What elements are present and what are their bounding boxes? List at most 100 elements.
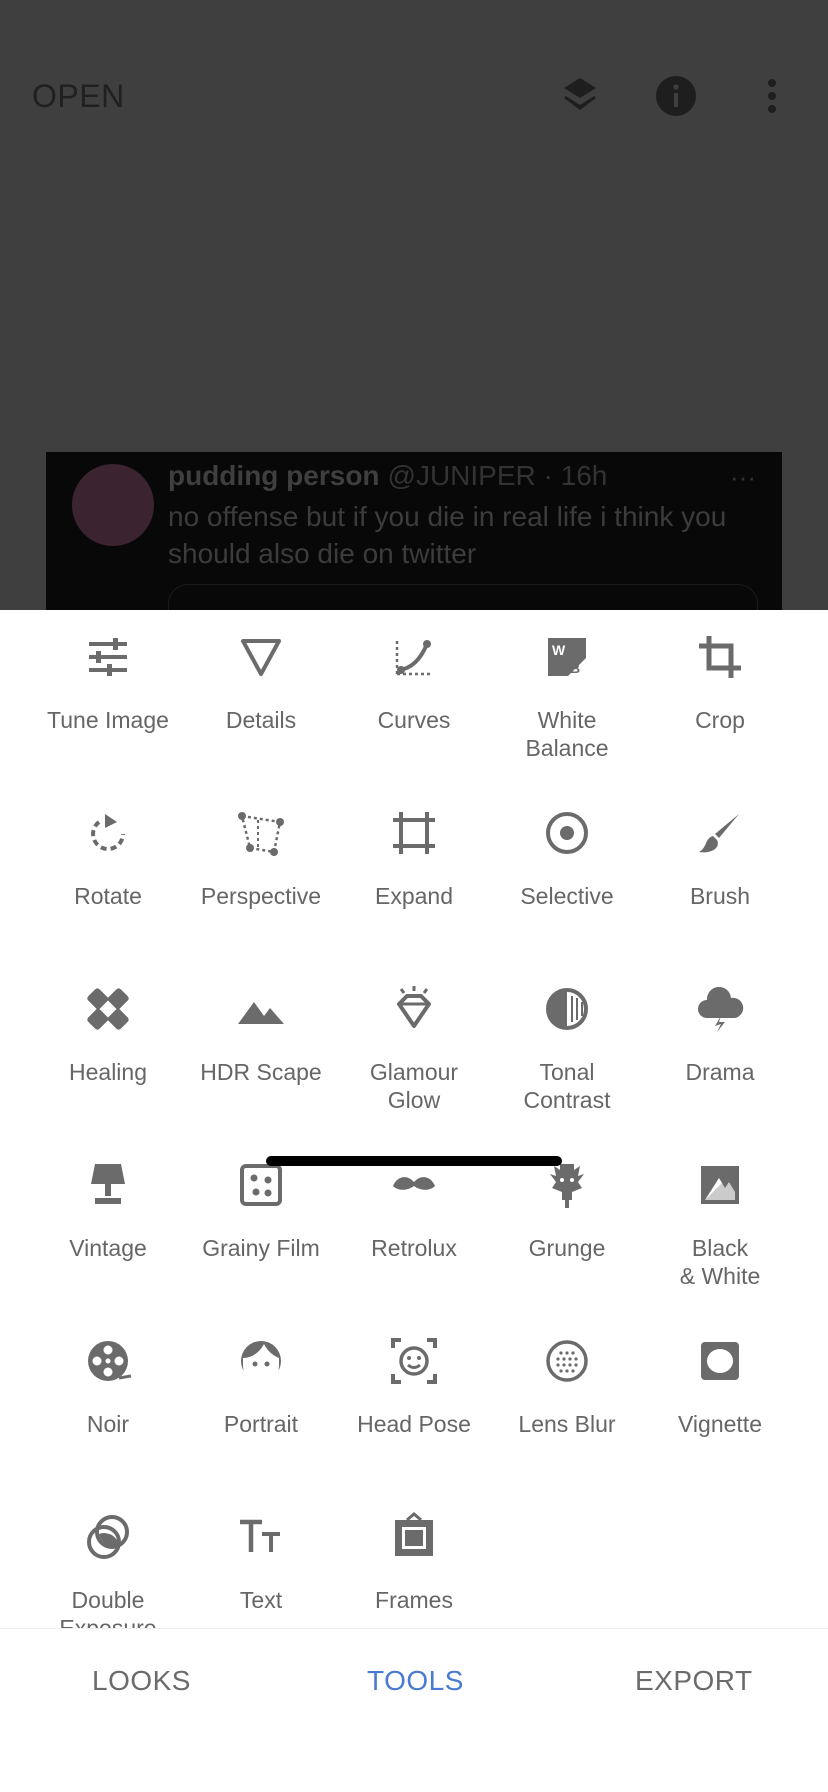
- svg-text:W: W: [552, 642, 566, 658]
- tool-details[interactable]: Details: [181, 610, 341, 770]
- tool-label: White Balance: [525, 707, 609, 761]
- mountains-icon: [236, 984, 286, 1034]
- tool-vignette[interactable]: Vignette: [640, 1314, 800, 1474]
- tool-label: Healing: [69, 1059, 147, 1085]
- lamp-icon: [83, 1160, 133, 1210]
- selective-icon: [542, 808, 592, 858]
- home-indicator: [266, 1156, 562, 1166]
- tool-tonal-contrast[interactable]: Tonal Contrast: [487, 962, 647, 1122]
- details-triangle-icon: [236, 632, 286, 682]
- tool-label: Vintage: [69, 1235, 147, 1261]
- tool-label: Grainy Film: [202, 1235, 320, 1261]
- tool-label: Drama: [685, 1059, 755, 1085]
- tool-label: Head Pose: [357, 1411, 471, 1437]
- tool-label: Portrait: [223, 1411, 299, 1437]
- avatar: [72, 464, 154, 546]
- rotate-icon: [83, 808, 133, 858]
- tool-vintage[interactable]: Vintage: [28, 1138, 188, 1298]
- tool-text[interactable]: Text: [181, 1490, 341, 1628]
- tool-label: Crop: [695, 707, 745, 733]
- tool-hdr-scape[interactable]: HDR Scape: [181, 962, 341, 1122]
- white-balance-icon: WB: [542, 632, 592, 682]
- layers-refresh-icon[interactable]: [558, 74, 602, 118]
- tab-export[interactable]: EXPORT: [635, 1665, 753, 1697]
- tool-label: Noir: [86, 1411, 130, 1437]
- tool-crop[interactable]: Crop: [640, 610, 800, 770]
- tool-label: Perspective: [200, 883, 322, 909]
- grainy-film-icon: [236, 1160, 286, 1210]
- tool-label: Expand: [374, 883, 453, 909]
- tool-white-balance[interactable]: W B White Balance: [487, 610, 647, 770]
- tool-label: Tonal Contrast: [523, 1059, 611, 1113]
- tool-noir[interactable]: Noir: [28, 1314, 188, 1474]
- tune-icon: [83, 632, 133, 682]
- tool-label: Rotate: [74, 883, 142, 909]
- tool-glamour-glow[interactable]: Glamour Glow: [334, 962, 494, 1122]
- svg-text:B: B: [570, 660, 580, 676]
- tweet-author: pudding person @JUNIPER · 16h: [168, 460, 607, 492]
- healing-icon: [83, 984, 133, 1034]
- expand-icon: [389, 808, 439, 858]
- top-bar: OPEN pudding person @JUNIPER · 16h ··· no…: [0, 0, 828, 612]
- tool-head-pose[interactable]: Head Pose: [334, 1314, 494, 1474]
- brush-icon: [695, 808, 745, 858]
- app-root: OPEN pudding person @JUNIPER · 16h ··· no…: [0, 0, 828, 1792]
- tool-portrait[interactable]: Portrait: [181, 1314, 341, 1474]
- image-preview: pudding person @JUNIPER · 16h ··· no offe…: [46, 452, 782, 612]
- tool-label: Black & White: [679, 1235, 761, 1289]
- tool-label: Details: [225, 707, 297, 733]
- tool-label: Curves: [377, 707, 451, 733]
- tool-label: Frames: [375, 1587, 453, 1613]
- tool-label: Vignette: [678, 1411, 762, 1437]
- curves-icon: [389, 632, 439, 682]
- tool-label: Text: [239, 1587, 283, 1613]
- lens-blur-icon: [542, 1336, 592, 1386]
- tool-label: Retrolux: [371, 1235, 457, 1261]
- frames-icon: [389, 1512, 439, 1562]
- tool-selective[interactable]: Selective: [487, 786, 647, 946]
- mustache-icon: [389, 1160, 439, 1210]
- tab-tools[interactable]: TOOLS: [367, 1665, 464, 1697]
- film-reel-icon: [83, 1336, 133, 1386]
- tool-label: Tune Image: [47, 707, 169, 733]
- storm-cloud-icon: [695, 984, 745, 1034]
- tonal-contrast-icon: [542, 984, 592, 1034]
- face-icon: [236, 1336, 286, 1386]
- tool-label: Glamour Glow: [369, 1059, 459, 1113]
- more-vert-icon[interactable]: [750, 74, 794, 118]
- tool-lens-blur[interactable]: Lens Blur: [487, 1314, 647, 1474]
- vignette-icon: [695, 1336, 745, 1386]
- tool-brush[interactable]: Brush: [640, 786, 800, 946]
- diamond-icon: [389, 984, 439, 1034]
- bottom-nav: LOOKS TOOLS EXPORT: [0, 1628, 828, 1738]
- tool-double-exposure[interactable]: Double Exposure: [28, 1490, 188, 1628]
- tool-label: Grunge: [528, 1235, 606, 1261]
- open-button[interactable]: OPEN: [32, 78, 125, 115]
- info-icon[interactable]: [654, 74, 698, 118]
- tool-perspective[interactable]: Perspective: [181, 786, 341, 946]
- tools-sheet: Tune Image Details Curves W B White Balance Cr…: [0, 610, 828, 1792]
- tab-looks[interactable]: LOOKS: [92, 1665, 191, 1697]
- tweet-card: [168, 584, 758, 612]
- tweet-author-name: pudding person: [168, 460, 380, 491]
- tool-rotate[interactable]: Rotate: [28, 786, 188, 946]
- tool-tune-image[interactable]: Tune Image: [28, 610, 188, 770]
- tool-label: Lens Blur: [518, 1411, 616, 1437]
- tweet-handle: @JUNIPER · 16h: [387, 460, 608, 491]
- tool-frames[interactable]: Frames: [334, 1490, 494, 1628]
- tools-grid: Tune Image Details Curves W B White Balance Cr…: [0, 610, 828, 1628]
- text-icon: [236, 1512, 286, 1562]
- tool-label: Brush: [689, 883, 751, 909]
- tool-label: HDR Scape: [200, 1059, 322, 1085]
- tool-black-white[interactable]: Black & White: [640, 1138, 800, 1298]
- black-white-icon: [695, 1160, 745, 1210]
- perspective-icon: [236, 808, 286, 858]
- tool-expand[interactable]: Expand: [334, 786, 494, 946]
- guitar-icon: [542, 1160, 592, 1210]
- tool-curves[interactable]: Curves: [334, 610, 494, 770]
- tool-label: Selective: [520, 883, 614, 909]
- tweet-text: no offense but if you die in real life i…: [168, 501, 727, 569]
- tweet-more-dots: ···: [730, 462, 756, 492]
- tool-healing[interactable]: Healing: [28, 962, 188, 1122]
- tool-drama[interactable]: Drama: [640, 962, 800, 1122]
